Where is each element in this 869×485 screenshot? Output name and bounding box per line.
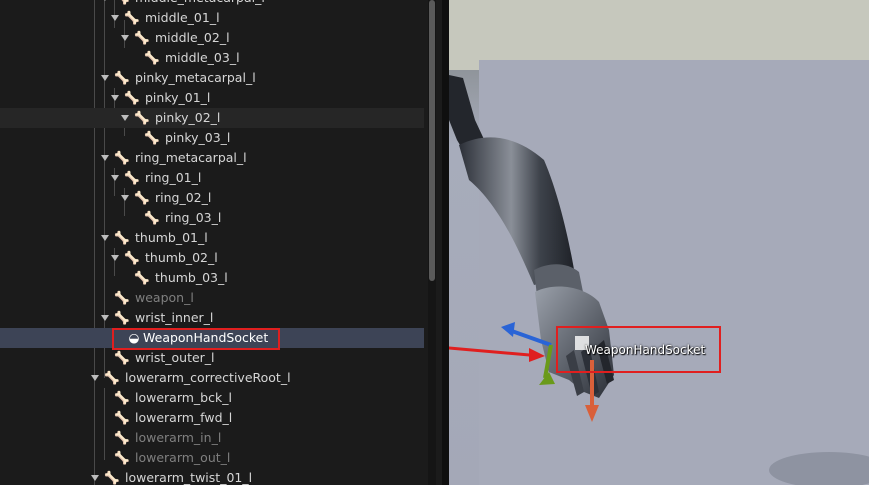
tree-row-label: lowerarm_in_l bbox=[135, 430, 222, 445]
tree-row-label: lowerarm_correctiveRoot_l bbox=[125, 370, 291, 385]
tree-row-label: middle_01_l bbox=[145, 10, 220, 25]
bone-icon: 🦴 bbox=[144, 210, 160, 225]
tree-row-middle-02[interactable]: 🦴 middle_02_l bbox=[0, 28, 424, 48]
tree-row-label: lowerarm_twist_01_l bbox=[125, 470, 253, 485]
viewport-socket-label: WeaponHandSocket bbox=[585, 343, 706, 357]
viewport-3d[interactable]: WeaponHandSocket bbox=[449, 0, 869, 485]
background-sky bbox=[449, 0, 869, 70]
tree-row-label: wrist_outer_l bbox=[135, 350, 215, 365]
bone-icon: 🦴 bbox=[144, 130, 160, 145]
expand-arrow-icon[interactable] bbox=[91, 475, 99, 481]
tree-row-pinky-02[interactable]: 🦴 pinky_02_l bbox=[0, 108, 424, 128]
tree-row-label: ring_metacarpal_l bbox=[135, 150, 247, 165]
tree-row-label: weapon_l bbox=[135, 290, 194, 305]
bone-icon: 🦴 bbox=[104, 470, 120, 485]
tree-row-ring-metacarpal[interactable]: 🦴 ring_metacarpal_l bbox=[0, 148, 424, 168]
expand-arrow-icon[interactable] bbox=[101, 315, 109, 321]
expand-arrow-icon[interactable] bbox=[101, 155, 109, 161]
tree-row-pinky-01[interactable]: 🦴 pinky_01_l bbox=[0, 88, 424, 108]
bone-icon: 🦴 bbox=[114, 390, 130, 405]
bone-icon: 🦴 bbox=[124, 250, 140, 265]
tree-row-label: lowerarm_bck_l bbox=[135, 390, 232, 405]
tree-row-middle-metacarpal[interactable]: 🦴 middle_metacarpal_l bbox=[0, 0, 424, 8]
expand-arrow-icon[interactable] bbox=[111, 255, 119, 261]
panel-splitter[interactable] bbox=[442, 0, 449, 485]
bone-icon: 🦴 bbox=[114, 290, 130, 305]
expand-arrow-icon[interactable] bbox=[111, 15, 119, 21]
bone-icon: 🦴 bbox=[114, 350, 130, 365]
tree-row-ring-03[interactable]: 🦴 ring_03_l bbox=[0, 208, 424, 228]
tree-row-label: pinky_03_l bbox=[165, 130, 231, 145]
tree-row-label: middle_metacarpal_l bbox=[135, 0, 265, 8]
bone-icon: 🦴 bbox=[114, 410, 130, 425]
expand-arrow-icon[interactable] bbox=[111, 175, 119, 181]
tree-row-wrist-inner[interactable]: 🦴 wrist_inner_l bbox=[0, 308, 424, 328]
tree-row-label: middle_02_l bbox=[155, 30, 230, 45]
tree-row-thumb-03[interactable]: 🦴 thumb_03_l bbox=[0, 268, 424, 288]
bone-icon: 🦴 bbox=[124, 90, 140, 105]
tree-row-ring-02[interactable]: 🦴 ring_02_l bbox=[0, 188, 424, 208]
tree-row-middle-03[interactable]: 🦴 middle_03_l bbox=[0, 48, 424, 68]
viewport-scene bbox=[449, 0, 869, 485]
tree-row-lowerarm-in[interactable]: 🦴 lowerarm_in_l bbox=[0, 428, 424, 448]
tree-row-wrist-outer[interactable]: 🦴 wrist_outer_l bbox=[0, 348, 424, 368]
tree-row-thumb-01[interactable]: 🦴 thumb_01_l bbox=[0, 228, 424, 248]
skeleton-tree-panel: 🦴 middle_metacarpal_l 🦴 middle_01_l 🦴 mi… bbox=[0, 0, 442, 485]
bone-icon: 🦴 bbox=[114, 430, 130, 445]
tree-row-lowerarm-fwd[interactable]: 🦴 lowerarm_fwd_l bbox=[0, 408, 424, 428]
bone-icon: 🦴 bbox=[114, 450, 130, 465]
tree-row-thumb-02[interactable]: 🦴 thumb_02_l bbox=[0, 248, 424, 268]
tree-row-label: pinky_metacarpal_l bbox=[135, 70, 256, 85]
expand-arrow-icon[interactable] bbox=[121, 115, 129, 121]
tree-row-label: lowerarm_out_l bbox=[135, 450, 231, 465]
tree-row-pinky-03[interactable]: 🦴 pinky_03_l bbox=[0, 128, 424, 148]
bone-icon: 🦴 bbox=[124, 10, 140, 25]
annotation-highlight-box bbox=[112, 328, 280, 350]
expand-arrow-icon[interactable] bbox=[91, 375, 99, 381]
bone-icon: 🦴 bbox=[114, 70, 130, 85]
bone-icon: 🦴 bbox=[134, 30, 150, 45]
bone-icon: 🦴 bbox=[124, 170, 140, 185]
tree-row-ring-01[interactable]: 🦴 ring_01_l bbox=[0, 168, 424, 188]
expand-arrow-icon[interactable] bbox=[101, 75, 109, 81]
bone-icon: 🦴 bbox=[134, 270, 150, 285]
bone-icon: 🦴 bbox=[144, 50, 160, 65]
tree-row-label: lowerarm_fwd_l bbox=[135, 410, 233, 425]
tree-row-label: pinky_02_l bbox=[155, 110, 221, 125]
bone-icon: 🦴 bbox=[134, 110, 150, 125]
tree-row-lowerarm-out[interactable]: 🦴 lowerarm_out_l bbox=[0, 448, 424, 468]
tree-row-label: ring_01_l bbox=[145, 170, 202, 185]
expand-arrow-icon[interactable] bbox=[121, 35, 129, 41]
tree-row-label: thumb_03_l bbox=[155, 270, 228, 285]
bone-icon: 🦴 bbox=[104, 370, 120, 385]
tree-row-label: thumb_01_l bbox=[135, 230, 208, 245]
tree-row-label: ring_03_l bbox=[165, 210, 222, 225]
tree-row-pinky-metacarpal[interactable]: 🦴 pinky_metacarpal_l bbox=[0, 68, 424, 88]
tree-row-label: wrist_inner_l bbox=[135, 310, 214, 325]
tree-row-label: middle_03_l bbox=[165, 50, 240, 65]
tree-row-middle-01[interactable]: 🦴 middle_01_l bbox=[0, 8, 424, 28]
tree-row-label: ring_02_l bbox=[155, 190, 212, 205]
expand-arrow-icon[interactable] bbox=[101, 0, 109, 1]
expand-arrow-icon[interactable] bbox=[121, 195, 129, 201]
tree-row-lowerarm-corrective-root[interactable]: 🦴 lowerarm_correctiveRoot_l bbox=[0, 368, 424, 388]
tree-row-lowerarm-bck[interactable]: 🦴 lowerarm_bck_l bbox=[0, 388, 424, 408]
tree-row-lowerarm-twist-01[interactable]: 🦴 lowerarm_twist_01_l bbox=[0, 468, 424, 485]
bone-icon: 🦴 bbox=[114, 310, 130, 325]
bone-icon: 🦴 bbox=[114, 150, 130, 165]
bone-icon: 🦴 bbox=[114, 0, 130, 8]
tree-row-weapon[interactable]: 🦴 weapon_l bbox=[0, 288, 424, 308]
tree-row-label: thumb_02_l bbox=[145, 250, 218, 265]
tree-scrollbar-thumb[interactable] bbox=[429, 0, 435, 281]
expand-arrow-icon[interactable] bbox=[101, 235, 109, 241]
bone-icon: 🦴 bbox=[114, 230, 130, 245]
tree-row-label: pinky_01_l bbox=[145, 90, 211, 105]
bone-icon: 🦴 bbox=[134, 190, 150, 205]
expand-arrow-icon[interactable] bbox=[111, 95, 119, 101]
